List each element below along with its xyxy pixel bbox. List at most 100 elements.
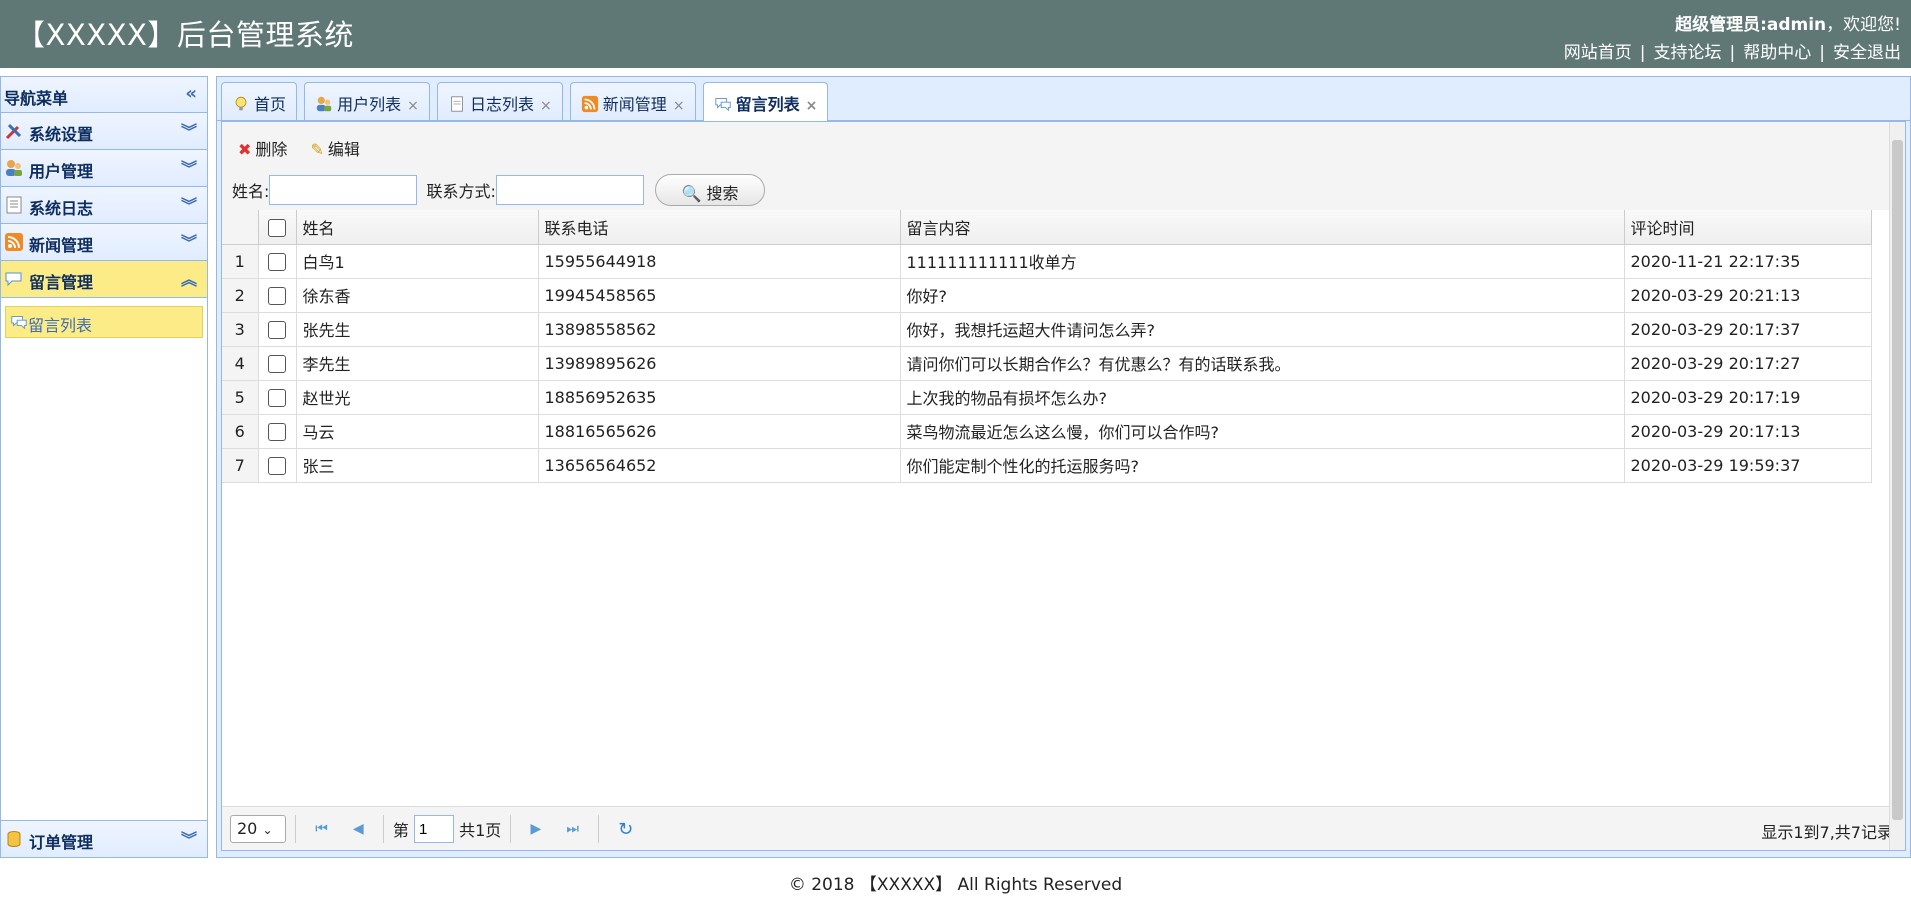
- tab-message-list[interactable]: 留言列表 ×: [702, 82, 829, 121]
- cell-name: 徐东香: [296, 278, 539, 313]
- refresh-icon[interactable]: ↻: [618, 819, 633, 840]
- cell-name: 赵世光: [296, 380, 539, 415]
- next-page-icon[interactable]: ▶: [530, 821, 541, 837]
- page-size-select[interactable]: 20 ⌄: [230, 815, 286, 843]
- sidebar-item-system-log[interactable]: 系统日志 ︾: [1, 187, 207, 224]
- row-checkbox[interactable]: [268, 388, 286, 407]
- last-page-icon[interactable]: ⏭: [566, 821, 579, 837]
- comment-icon: [714, 98, 731, 112]
- cell-phone: 13656564652: [538, 448, 901, 483]
- row-checkbox[interactable]: [268, 286, 286, 305]
- cell-time: 2020-03-29 20:17:13: [1624, 414, 1872, 449]
- comment-icon: [11, 316, 27, 330]
- cell-phone: 18816565626: [538, 414, 901, 449]
- page-number-input[interactable]: [413, 815, 454, 843]
- contact-label: 联系方式:: [426, 182, 496, 201]
- cell-time: 2020-03-29 19:59:37: [1624, 448, 1872, 483]
- cell-phone: 13898558562: [538, 312, 901, 347]
- contact-input[interactable]: [495, 175, 644, 205]
- row-checkbox[interactable]: [268, 456, 286, 475]
- edit-button[interactable]: ✎ 编辑: [311, 136, 360, 160]
- page-total: 共1页: [459, 821, 502, 840]
- tab-news-management[interactable]: 新闻管理 ×: [569, 82, 696, 120]
- column-header-phone[interactable]: 联系电话: [538, 210, 901, 245]
- tab-log-list[interactable]: 日志列表 ×: [436, 82, 563, 120]
- cell-name: 李先生: [296, 346, 539, 381]
- users-icon: [6, 160, 22, 176]
- cell-message: 你好?: [900, 278, 1625, 313]
- cell-name: 张先生: [296, 312, 539, 347]
- first-page-icon[interactable]: ⏮: [315, 821, 328, 837]
- vertical-scrollbar[interactable]: [1889, 122, 1905, 850]
- row-number: 2: [222, 278, 259, 313]
- tab-home[interactable]: 首页: [221, 82, 298, 120]
- name-input[interactable]: [269, 175, 418, 205]
- sidebar-item-message-management[interactable]: 留言管理 ︽: [1, 261, 207, 298]
- message-table: 姓名 联系电话 留言内容 评论时间 1 白鸟1 15955644918 1111…: [222, 210, 1872, 483]
- tab-user-list[interactable]: 用户列表 ×: [304, 82, 430, 120]
- cell-message: 请问你们可以长期合作么？有优惠么？有的话联系我。: [900, 346, 1625, 381]
- log-icon: [6, 196, 22, 214]
- search-bar: 姓名: 联系方式: 🔍 搜索: [222, 162, 1905, 210]
- cell-name: 张三: [296, 448, 539, 483]
- logout-link[interactable]: 安全退出: [1833, 43, 1901, 63]
- cell-time: 2020-03-29 20:21:13: [1624, 278, 1872, 313]
- close-icon[interactable]: ×: [673, 98, 685, 114]
- table-row[interactable]: 6 马云 18816565626 菜鸟物流最近怎么这么慢，你们可以合作吗? 20…: [222, 414, 1872, 449]
- sidebar-item-news-management[interactable]: 新闻管理 ︾: [1, 224, 207, 261]
- table-row[interactable]: 2 徐东香 19945458565 你好? 2020-03-29 20:21:1…: [222, 278, 1872, 313]
- home-link[interactable]: 网站首页: [1564, 43, 1632, 63]
- cell-name: 马云: [296, 414, 539, 449]
- scrollbar-thumb[interactable]: [1892, 140, 1903, 820]
- sidebar-subitem-message-list[interactable]: 留言列表: [5, 306, 203, 338]
- search-button[interactable]: 🔍 搜索: [655, 174, 765, 206]
- column-header-name[interactable]: 姓名: [296, 210, 539, 245]
- forum-link[interactable]: 支持论坛: [1654, 43, 1722, 63]
- table-row[interactable]: 1 白鸟1 15955644918 111111111111收单方 2020-1…: [222, 244, 1872, 279]
- users-icon: [316, 96, 332, 112]
- row-number: 6: [222, 414, 259, 449]
- select-all-checkbox[interactable]: [268, 218, 286, 237]
- table-row[interactable]: 4 李先生 13989895626 请问你们可以长期合作么？有优惠么？有的话联系…: [222, 346, 1872, 381]
- welcome-text: 超级管理员:admin，欢迎您!: [1675, 15, 1901, 35]
- record-info: 显示1到7,共7记录: [1761, 823, 1893, 842]
- table-row[interactable]: 7 张三 13656564652 你们能定制个性化的托运服务吗? 2020-03…: [222, 448, 1872, 483]
- row-number: 5: [222, 380, 259, 415]
- tab-bar: 首页 用户列表 × 日志列表 × 新闻管理 × 留言列表 ×: [217, 77, 1910, 121]
- chevron-down-icon: ⌄: [262, 823, 273, 837]
- row-checkbox[interactable]: [268, 354, 286, 373]
- cell-name: 白鸟1: [296, 244, 539, 279]
- row-number: 3: [222, 312, 259, 347]
- table-row[interactable]: 5 赵世光 18856952635 上次我的物品有损坏怎么办? 2020-03-…: [222, 380, 1872, 415]
- table-header-row: 姓名 联系电话 留言内容 评论时间: [222, 210, 1872, 245]
- sidebar-item-system-settings[interactable]: 系统设置 ︾: [1, 113, 207, 150]
- collapse-sidebar-icon[interactable]: «: [185, 83, 197, 104]
- chevron-down-icon: ︾: [180, 159, 197, 178]
- pagination-bar: 20 ⌄ ⏮ ◀ 第 共1页 ▶ ⏭ ↻ 显示1到7,共7记录: [222, 806, 1905, 850]
- chevron-up-icon: ︽: [180, 270, 197, 289]
- close-icon[interactable]: ×: [806, 98, 818, 114]
- row-number: 4: [222, 346, 259, 381]
- column-header-time[interactable]: 评论时间: [1624, 210, 1872, 245]
- delete-button[interactable]: ✖ 删除: [238, 136, 287, 160]
- chevron-down-icon: ︾: [180, 196, 197, 215]
- search-icon: 🔍: [681, 184, 702, 203]
- sidebar-item-order-management[interactable]: 订单管理 ︾: [1, 820, 207, 857]
- cell-phone: 13989895626: [538, 346, 901, 381]
- sidebar-title: 导航菜单 «: [1, 77, 207, 113]
- close-icon[interactable]: ×: [407, 98, 419, 114]
- page-prefix: 第: [392, 821, 409, 840]
- table-row[interactable]: 3 张先生 13898558562 你好，我想托运超大件请问怎么弄? 2020-…: [222, 312, 1872, 347]
- row-checkbox[interactable]: [268, 422, 286, 441]
- cell-time: 2020-11-21 22:17:35: [1624, 244, 1872, 279]
- column-header-message[interactable]: 留言内容: [900, 210, 1625, 245]
- close-icon[interactable]: ×: [540, 98, 552, 114]
- sidebar-item-user-management[interactable]: 用户管理 ︾: [1, 150, 207, 187]
- select-all-header: [258, 210, 297, 245]
- prev-page-icon[interactable]: ◀: [353, 821, 364, 837]
- row-checkbox[interactable]: [268, 320, 286, 339]
- help-link[interactable]: 帮助中心: [1743, 43, 1811, 63]
- header-links: 网站首页 | 支持论坛 | 帮助中心 | 安全退出: [1563, 43, 1901, 63]
- row-checkbox[interactable]: [268, 252, 286, 271]
- cell-message: 菜鸟物流最近怎么这么慢，你们可以合作吗?: [900, 414, 1625, 449]
